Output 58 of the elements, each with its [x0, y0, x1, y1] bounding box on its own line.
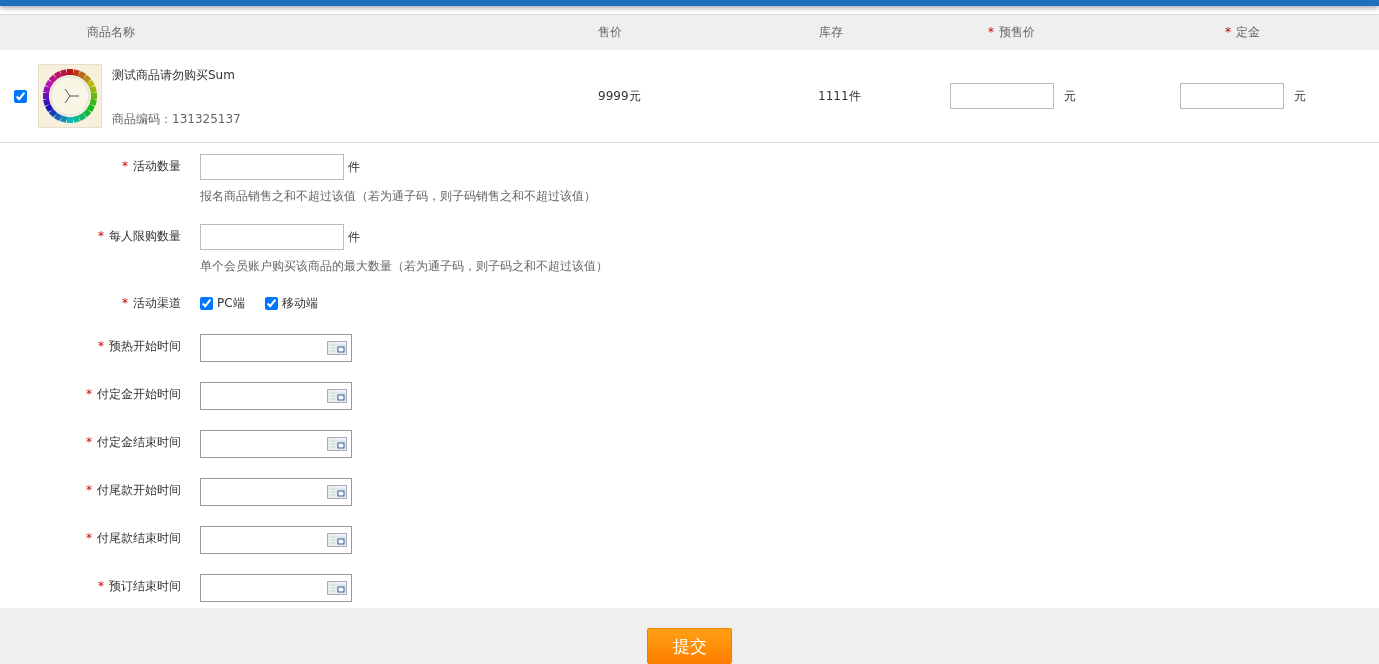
channel-label: 移动端	[281, 295, 318, 312]
column-header: 定金	[1236, 25, 1260, 39]
calendar-icon[interactable]	[327, 533, 347, 547]
required-asterisk: *	[86, 531, 92, 545]
row-checkbox[interactable]	[14, 89, 27, 103]
column-header: 预售价	[999, 25, 1035, 39]
unit-label: 件	[348, 158, 360, 176]
unit-label: 元	[1294, 87, 1306, 105]
field-label: 预热开始时间	[109, 339, 181, 353]
calendar-icon[interactable]	[327, 437, 347, 451]
submit-button[interactable]: 提交	[647, 628, 732, 664]
column-header: 商品名称	[87, 25, 135, 39]
date-input[interactable]	[200, 430, 352, 458]
date-input[interactable]	[200, 334, 352, 362]
field-label: 付定金开始时间	[97, 387, 181, 401]
field-label: 活动数量	[133, 159, 181, 173]
field-label: 每人限购数量	[109, 229, 181, 243]
product-code: 商品编码：131325137	[112, 111, 241, 128]
hint-text: 单个会员账户购买该商品的最大数量（若为通子码，则子码之和不超过该值）	[200, 258, 608, 275]
required-asterisk: *	[988, 25, 994, 39]
required-asterisk: *	[86, 435, 92, 449]
date-input[interactable]	[200, 526, 352, 554]
column-header: 库存	[819, 25, 843, 39]
deposit-input[interactable]	[1180, 83, 1284, 109]
product-name: 测试商品请勿购买Sum	[112, 67, 236, 84]
required-asterisk: *	[98, 339, 104, 353]
hint-text: 报名商品销售之和不超过该值（若为通子码，则子码销售之和不超过该值）	[200, 188, 596, 205]
field-label: 付定金结束时间	[97, 435, 181, 449]
field-label: 预订结束时间	[109, 579, 181, 593]
price-cell-text: 9999元	[598, 87, 642, 105]
required-asterisk: *	[98, 579, 104, 593]
color-wheel-drawing	[38, 64, 102, 128]
quantity-input[interactable]	[200, 224, 344, 250]
unit-label: 元	[1064, 87, 1076, 105]
date-input[interactable]	[200, 382, 352, 410]
required-asterisk: *	[122, 159, 128, 173]
date-input[interactable]	[200, 478, 352, 506]
field-label: 活动渠道	[133, 296, 181, 310]
calendar-icon[interactable]	[327, 389, 347, 403]
required-asterisk: *	[1225, 25, 1231, 39]
channel-checkbox[interactable]	[200, 297, 213, 310]
quantity-input[interactable]	[200, 154, 344, 180]
required-asterisk: *	[122, 296, 128, 310]
column-header: 售价	[598, 25, 622, 39]
calendar-icon[interactable]	[327, 341, 347, 355]
calendar-icon[interactable]	[327, 581, 347, 595]
unit-label: 件	[348, 228, 360, 246]
date-input[interactable]	[200, 574, 352, 602]
channel-checkbox[interactable]	[264, 297, 278, 310]
field-label: 付尾款结束时间	[97, 531, 181, 545]
required-asterisk: *	[86, 387, 92, 401]
stock-cell-text: 1111件	[818, 87, 862, 105]
calendar-icon[interactable]	[327, 485, 347, 499]
required-asterisk: *	[86, 483, 92, 497]
channel-label: PC端	[217, 295, 245, 312]
required-asterisk: *	[98, 229, 104, 243]
field-label: 付尾款开始时间	[97, 483, 181, 497]
presale-price-input[interactable]	[950, 83, 1054, 109]
